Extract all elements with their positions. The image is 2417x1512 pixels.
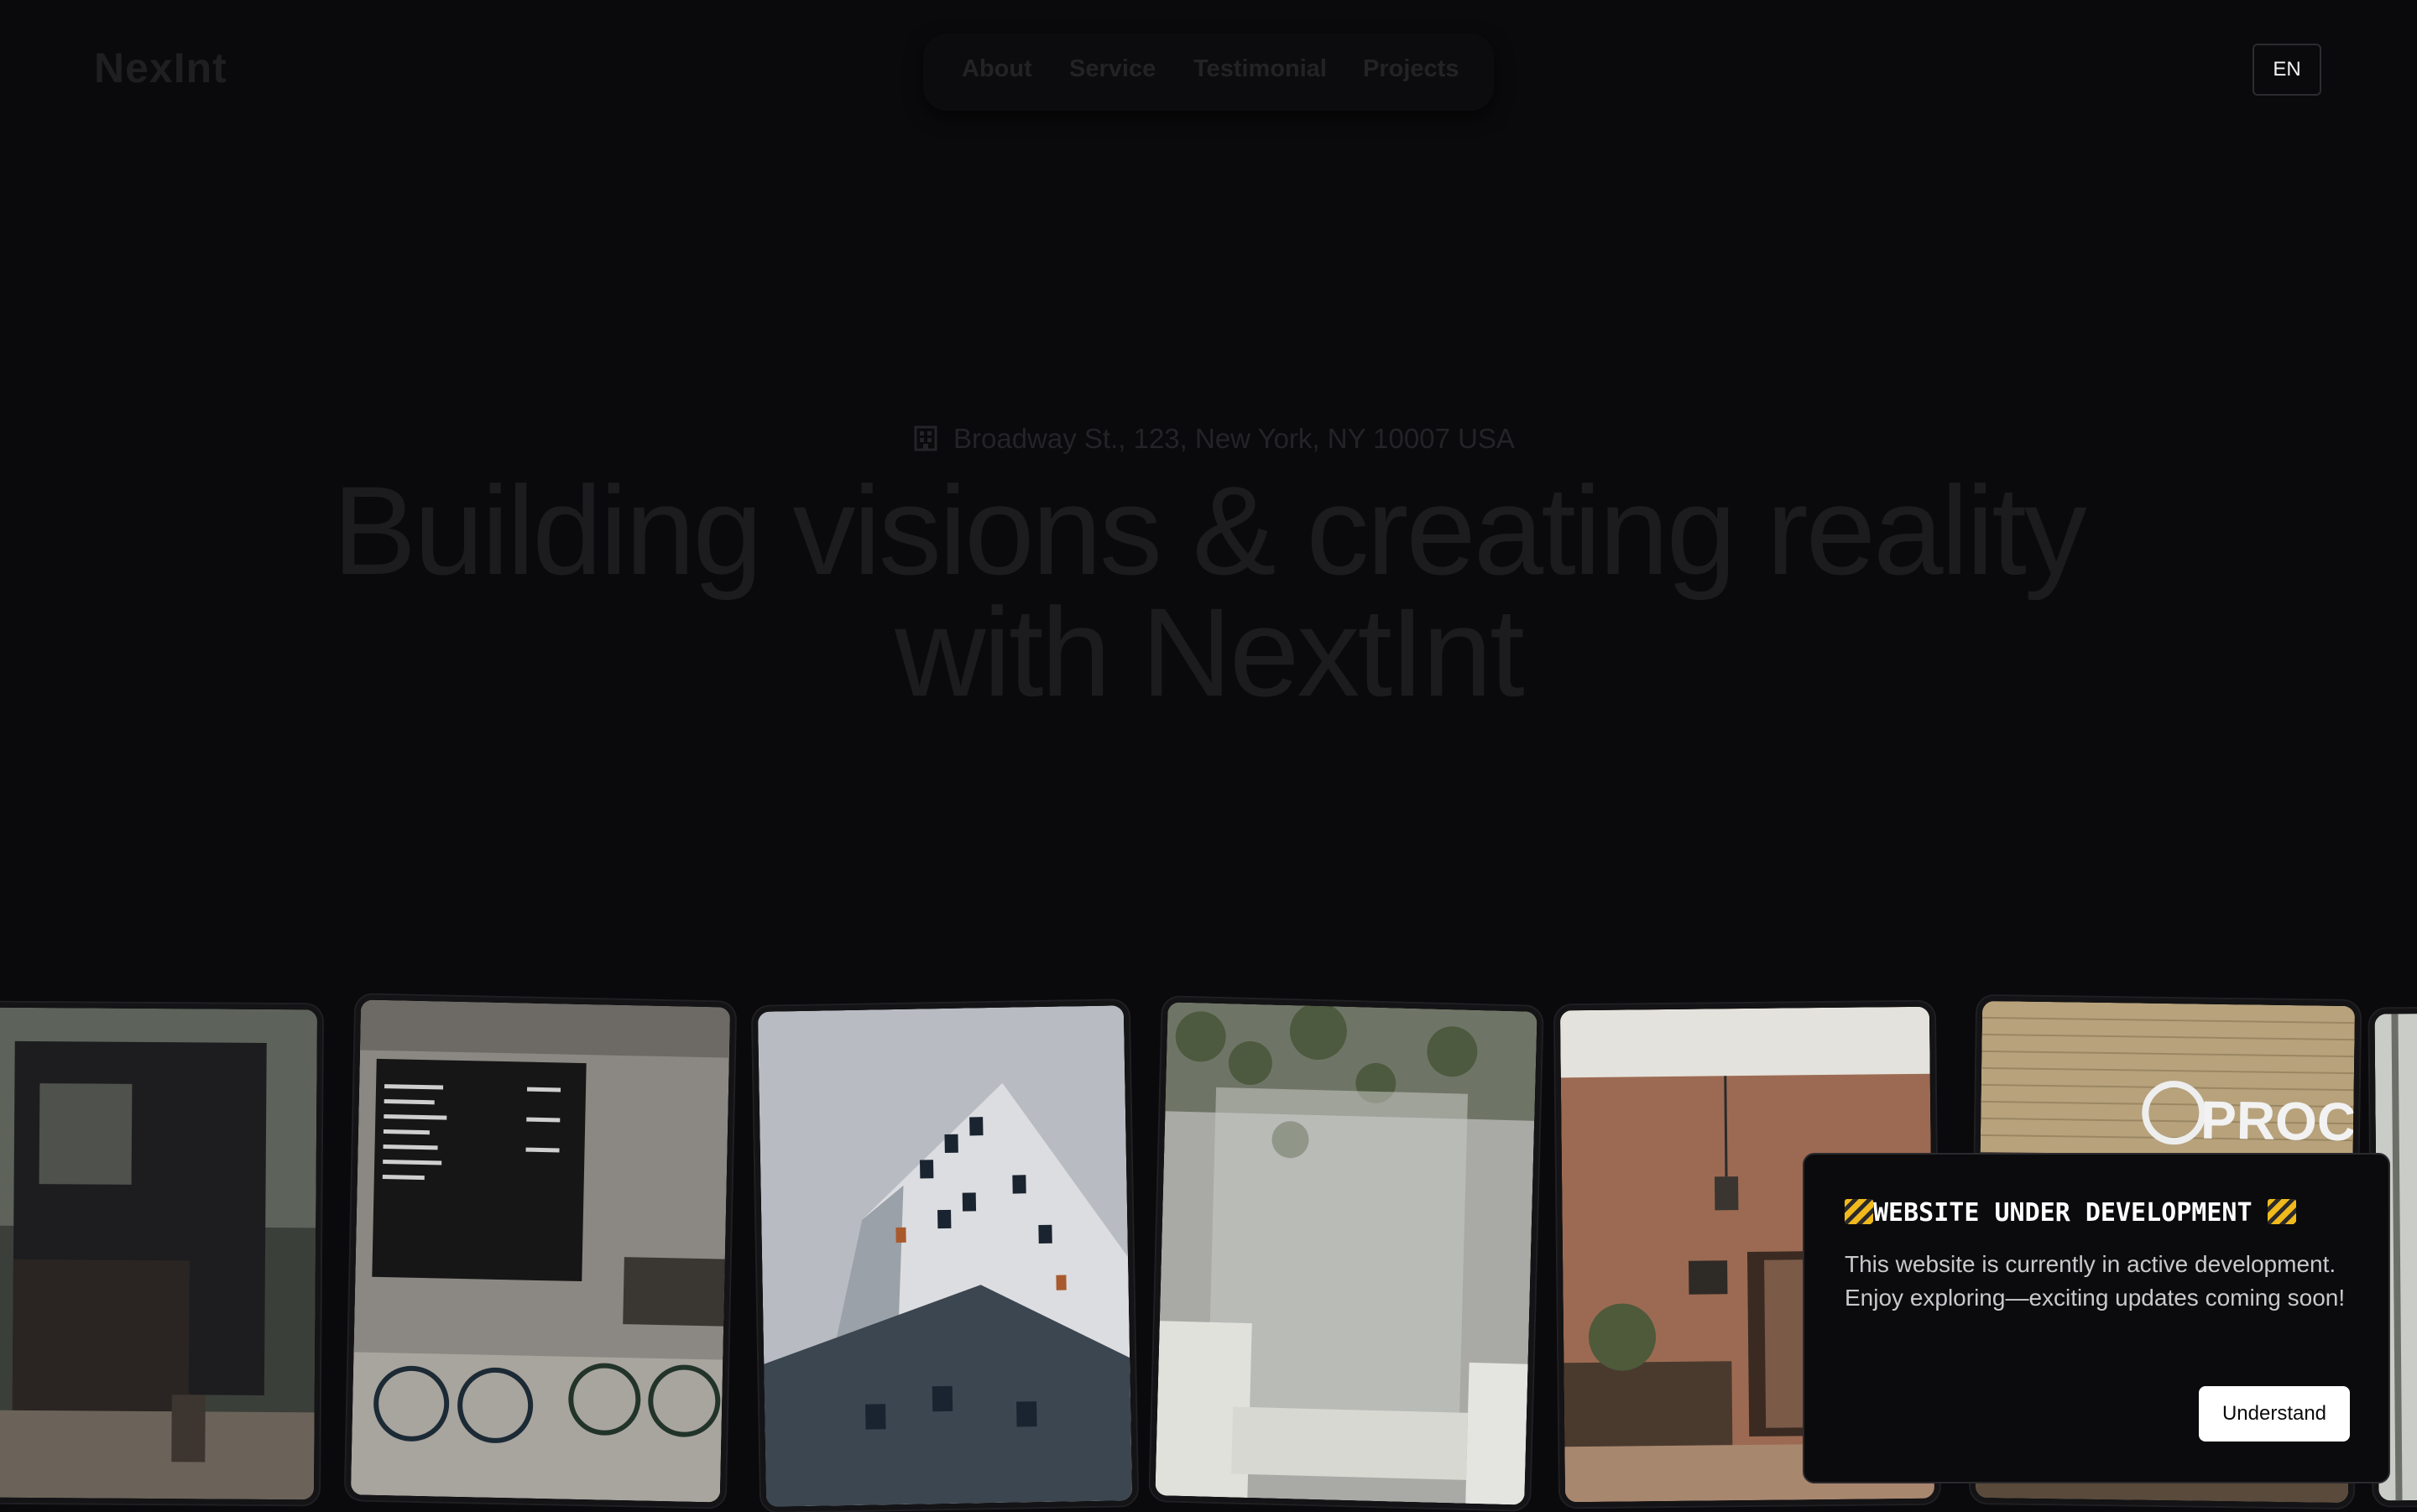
nav-testimonial[interactable]: Testimonial [1193,55,1327,83]
hero-title: Building visions & creating reality with… [0,460,2417,722]
construction-barrier-icon [2267,1199,2296,1224]
nav-projects[interactable]: Projects [1363,55,1459,83]
sign-text: PROC [2200,1090,2355,1153]
main-nav: About Service Testimonial Projects [923,34,1494,111]
hero-title-line-1: Building visions & creating reality [332,460,2087,601]
site-header: NexInt About Service Testimonial Project… [0,0,2417,143]
address-line: Broadway St., 123, New York, NY 10007 US… [913,423,1515,455]
building-icon [913,425,938,451]
photo-cabin [0,1002,323,1505]
dialog-title: WEBSITE UNDER DEVELOPMENT [1845,1198,2348,1228]
dialog-title-text: WEBSITE UNDER DEVELOPMENT [1873,1198,2253,1228]
dialog-message: This website is currently in active deve… [1845,1251,2346,1311]
photo-cafe [345,994,736,1508]
language-button[interactable]: EN [2253,44,2321,96]
address-text: Broadway St., 123, New York, NY 10007 US… [953,423,1515,454]
logo[interactable]: NexInt [94,44,227,92]
dev-notice-dialog: WEBSITE UNDER DEVELOPMENT This website i… [1803,1153,2390,1483]
understand-button[interactable]: Understand [2199,1386,2350,1442]
nav-about[interactable]: About [962,55,1032,83]
nav-service[interactable]: Service [1069,55,1156,83]
hero-title-line-2: with NextInt [895,581,1525,722]
construction-barrier-icon [1845,1199,1873,1224]
photo-shower [1150,997,1543,1510]
photo-building [752,1000,1138,1512]
